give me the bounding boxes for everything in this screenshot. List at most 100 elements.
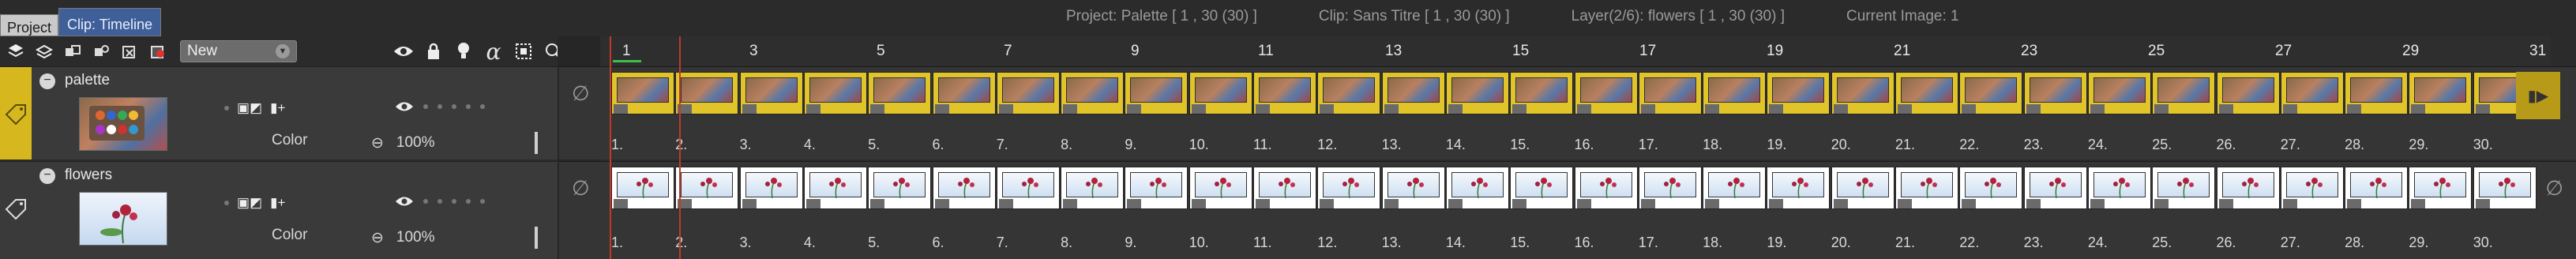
frame-cell[interactable] (1574, 72, 1638, 114)
frame-cell[interactable] (1253, 167, 1316, 209)
alpha-toggle[interactable] (452, 199, 456, 204)
frame-strip-palette[interactable] (611, 72, 2549, 114)
layer-color-icon[interactable] (147, 40, 169, 62)
frame-handle[interactable] (2154, 104, 2169, 114)
frame-handle[interactable] (2347, 104, 2362, 114)
frame-cell[interactable] (2216, 72, 2280, 114)
frame-cell[interactable] (1767, 167, 1831, 209)
frame-cell[interactable] (2152, 72, 2216, 114)
frame-cell[interactable] (2023, 72, 2087, 114)
frame-cell[interactable] (2345, 72, 2409, 114)
alpha-toggle[interactable] (452, 104, 456, 109)
layer-name[interactable]: flowers (65, 167, 112, 184)
frame-cell[interactable] (1510, 72, 1574, 114)
frame-handle[interactable] (2218, 199, 2233, 208)
frame-handle[interactable] (1705, 104, 1720, 114)
frame-handle[interactable] (2026, 199, 2041, 208)
frame-handle[interactable] (2154, 199, 2169, 208)
eye-icon[interactable] (395, 100, 414, 113)
layer-name[interactable]: palette (65, 72, 110, 89)
opacity-slider-handle[interactable] (534, 132, 538, 154)
selection-toggle[interactable] (466, 104, 471, 109)
frame-handle[interactable] (998, 104, 1013, 114)
frame-cell[interactable] (611, 167, 674, 209)
frame-cell[interactable] (1188, 167, 1252, 209)
frame-handle[interactable] (1063, 199, 1078, 208)
frame-cell[interactable] (1638, 167, 1702, 209)
bulb-toggle[interactable] (437, 199, 442, 204)
selection-icon[interactable] (513, 40, 534, 62)
frame-handle[interactable] (998, 199, 1013, 208)
eye-icon[interactable] (393, 40, 414, 62)
opacity-control[interactable]: ⊖ 100% (371, 227, 538, 249)
magnify-toggle[interactable] (480, 104, 485, 109)
frame-cell[interactable] (803, 72, 867, 114)
frame-cell[interactable] (1831, 167, 1894, 209)
frame-cell[interactable] (1895, 167, 1958, 209)
eye-icon[interactable] (395, 195, 414, 208)
frame-handle[interactable] (2026, 104, 2041, 114)
minus-circle-icon[interactable]: ⊖ (371, 229, 384, 247)
frame-handle[interactable] (1576, 104, 1591, 114)
lock-toggle[interactable] (423, 199, 428, 204)
opacity-value[interactable]: 100% (396, 134, 435, 152)
frame-cell[interactable] (1767, 72, 1831, 114)
layer-row-flowers[interactable]: − flowers ▣◩ ▮+ Color ⊖ 100% (0, 161, 558, 259)
frame-cell[interactable] (1061, 72, 1125, 114)
frame-handle[interactable] (934, 199, 949, 208)
layers-duplicate-icon[interactable] (33, 40, 55, 62)
frame-handle[interactable] (1705, 199, 1720, 208)
frame-handle[interactable] (2090, 199, 2105, 208)
frame-cell[interactable] (2087, 72, 2151, 114)
frame-handle[interactable] (2475, 199, 2490, 208)
frame-handle[interactable] (614, 199, 628, 208)
add-frame-icon[interactable]: ▮+ (270, 195, 285, 211)
frame-handle[interactable] (2411, 199, 2426, 208)
frame-cell[interactable] (1188, 72, 1252, 114)
frame-cell[interactable] (675, 167, 739, 209)
frame-handle[interactable] (1833, 199, 1848, 208)
frame-handle[interactable] (1256, 199, 1270, 208)
frame-strip-flowers[interactable] (611, 167, 2549, 209)
frame-cell[interactable] (1831, 72, 1894, 114)
frame-cell[interactable] (1638, 72, 1702, 114)
bulb-toggle[interactable] (437, 104, 442, 109)
minus-circle-icon[interactable]: ⊖ (371, 134, 384, 152)
frame-cell[interactable] (1703, 167, 1767, 209)
frame-handle[interactable] (614, 104, 628, 114)
frame-handle[interactable] (870, 104, 885, 114)
frame-handle[interactable] (2282, 199, 2297, 208)
frame-cell[interactable] (2023, 167, 2087, 209)
lock-toggle[interactable] (423, 104, 428, 109)
frame-handle[interactable] (742, 104, 757, 114)
frame-cell[interactable] (1125, 167, 1188, 209)
frame-cell[interactable] (868, 167, 932, 209)
frame-handle[interactable] (1576, 199, 1591, 208)
frame-handle[interactable] (2475, 104, 2490, 114)
layer-group-icon[interactable] (62, 40, 84, 62)
frame-handle[interactable] (1640, 104, 1655, 114)
layer-link-icon[interactable] (90, 40, 112, 62)
frame-handle[interactable] (934, 104, 949, 114)
frame-handle[interactable] (1127, 199, 1142, 208)
frame-cell[interactable] (932, 167, 996, 209)
frame-cell[interactable] (2216, 167, 2280, 209)
frame-handle[interactable] (2090, 104, 2105, 114)
frame-cell[interactable] (2409, 167, 2473, 209)
frame-cell[interactable] (1895, 72, 1958, 114)
tab-project[interactable]: Project (0, 14, 59, 36)
frame-cell[interactable] (1125, 72, 1188, 114)
frame-cell[interactable] (2087, 167, 2151, 209)
frame-handle[interactable] (1833, 104, 1848, 114)
frame-handle[interactable] (1962, 104, 1977, 114)
frame-cell[interactable] (1061, 167, 1125, 209)
opacity-slider-handle[interactable] (534, 227, 538, 249)
layers-add-icon[interactable] (5, 40, 27, 62)
frame-handle[interactable] (1127, 104, 1142, 114)
frame-cell[interactable] (932, 72, 996, 114)
frame-handle[interactable] (1320, 104, 1335, 114)
frame-cell[interactable] (739, 72, 803, 114)
frame-cell[interactable] (1317, 167, 1381, 209)
frame-cell[interactable] (1574, 167, 1638, 209)
frame-ruler[interactable]: 1 3 5 7 9 11 13 15 17 19 21 23 25 27 29 31 (600, 36, 2551, 66)
